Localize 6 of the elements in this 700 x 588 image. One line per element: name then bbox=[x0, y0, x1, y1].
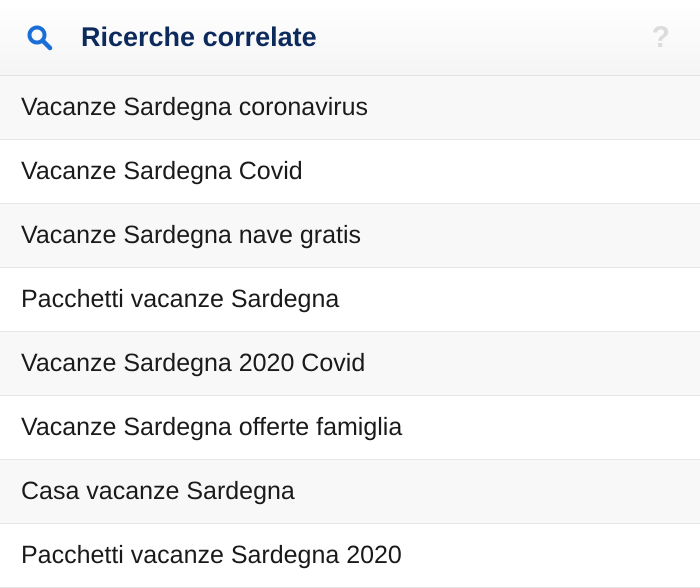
search-icon bbox=[26, 24, 54, 52]
related-search-item[interactable]: Casa vacanze Sardegna bbox=[0, 460, 700, 524]
related-search-item[interactable]: Vacanze Sardegna nave gratis bbox=[0, 204, 700, 268]
section-title: Ricerche correlate bbox=[81, 21, 317, 54]
related-search-item[interactable]: Vacanze Sardegna 2020 Covid bbox=[0, 332, 700, 396]
related-search-item[interactable]: Vacanze Sardegna coronavirus bbox=[0, 76, 700, 140]
